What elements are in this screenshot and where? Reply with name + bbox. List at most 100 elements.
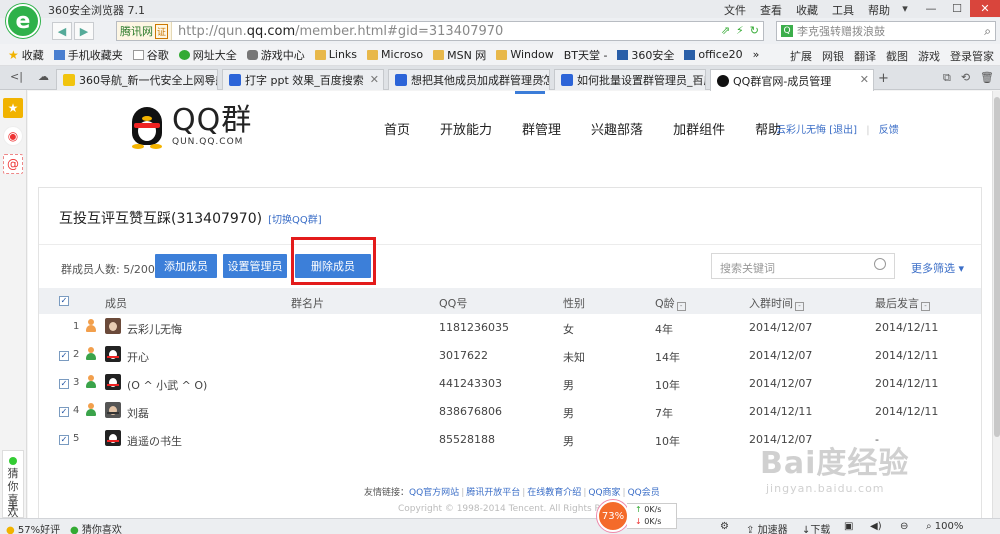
cloud-icon[interactable]: ☁: [38, 70, 49, 83]
col-join-time[interactable]: 入群时间 -: [749, 295, 804, 311]
menu-help[interactable]: 帮助: [868, 2, 890, 18]
bookmark-office[interactable]: office20: [684, 48, 743, 61]
forward-arrow-icon[interactable]: ▶: [74, 22, 94, 40]
page-icon[interactable]: ▣: [844, 521, 853, 532]
footer-link[interactable]: QQ会员: [628, 488, 660, 498]
row-checkbox[interactable]: ✓: [59, 379, 69, 389]
footer-link[interactable]: 在线教育介绍: [527, 488, 581, 498]
sort-icon[interactable]: -: [921, 302, 930, 311]
site-verify-badge[interactable]: 腾讯网 证: [117, 22, 173, 40]
trash-icon[interactable]: 🗑: [980, 71, 994, 85]
screenshot-button[interactable]: 截图: [886, 48, 908, 64]
zoom-control[interactable]: ⌕ 100%: [926, 521, 963, 532]
lightning-icon[interactable]: ⚡: [736, 24, 744, 37]
sidebar-add-icon[interactable]: +: [7, 498, 19, 514]
bookmark-microsoft[interactable]: Microso: [367, 48, 423, 61]
menu-file[interactable]: 文件: [724, 2, 746, 18]
bookmark-links[interactable]: Links: [314, 48, 357, 61]
nav-interest-tribe[interactable]: 兴趣部落: [591, 119, 643, 138]
extensions-button[interactable]: 扩展: [790, 48, 812, 64]
member-name[interactable]: 开心: [127, 349, 149, 365]
nav-group-manage[interactable]: 群管理: [522, 119, 561, 138]
search-icon[interactable]: [874, 258, 886, 270]
settings-icon[interactable]: ⚙: [720, 521, 729, 532]
member-name[interactable]: (O ^ 小武 ^ O): [127, 377, 207, 393]
tab-baidu-ppt[interactable]: 打字 ppt 效果_百度搜索 ✕: [222, 69, 384, 90]
back-arrow-icon[interactable]: ◀: [52, 22, 72, 40]
keyword-search-input[interactable]: 搜索关键词: [711, 253, 895, 279]
footer-link[interactable]: QQ官方网站: [409, 488, 459, 498]
search-engine-icon[interactable]: Q: [781, 25, 793, 37]
nav-join-widget[interactable]: 加群组件: [673, 119, 725, 138]
close-tab-icon[interactable]: ✕: [370, 73, 379, 86]
page-scrollbar[interactable]: [992, 91, 1000, 518]
weibo-icon[interactable]: ◉: [3, 126, 23, 146]
close-tab-icon[interactable]: ✕: [536, 73, 545, 86]
maximize-button[interactable]: ☐: [944, 0, 970, 17]
download-button[interactable]: ↓下载: [802, 521, 830, 534]
bookmark-favorites[interactable]: ★ 收藏: [8, 47, 44, 63]
sort-icon[interactable]: -: [795, 302, 804, 311]
footer-link[interactable]: QQ商家: [588, 488, 620, 498]
menu-favorites[interactable]: 收藏: [796, 2, 818, 18]
menu-view[interactable]: 查看: [760, 2, 782, 18]
bookmark-360[interactable]: 360安全: [617, 47, 674, 63]
ebank-button[interactable]: 网银: [822, 48, 844, 64]
table-row[interactable]: ✓ 3 (O ^ 小武 ^ O) 441243303 男 10年 2014/12…: [39, 370, 981, 398]
more-filter-link[interactable]: 更多筛选 ▾: [911, 260, 964, 276]
bookmark-windows[interactable]: Window: [496, 48, 554, 61]
table-row[interactable]: ✓ 2 开心 3017622 未知 14年 2014/12/07 2014/12…: [39, 342, 981, 370]
favorites-star-icon[interactable]: ★: [3, 98, 23, 118]
restore-icon[interactable]: ⟲: [961, 71, 970, 85]
col-age[interactable]: Q龄 -: [655, 295, 686, 311]
share-icon[interactable]: ⇗: [721, 24, 730, 37]
bookmark-games[interactable]: 游戏中心: [246, 47, 305, 63]
url-bar[interactable]: 腾讯网 证 http://qun.qq.com/member.html#gid=…: [116, 21, 764, 41]
accelerator-button[interactable]: ⇪ 加速器: [746, 521, 788, 534]
close-button[interactable]: ✕: [970, 0, 1000, 17]
username-link[interactable]: 云彩儿无悔: [776, 125, 826, 136]
guess-status[interactable]: ● 猜你喜欢: [70, 521, 122, 534]
close-tab-icon[interactable]: ✕: [204, 73, 213, 86]
scrollbar-thumb[interactable]: [994, 97, 1000, 437]
bookmark-msn[interactable]: MSN 网: [433, 47, 486, 63]
tab-batch-admin[interactable]: 如何批量设置群管理员_百度搜✕: [554, 69, 706, 90]
switch-group-link[interactable]: [切换QQ群]: [268, 215, 322, 226]
avatar[interactable]: [105, 374, 121, 390]
games-button[interactable]: 游戏: [918, 48, 940, 64]
member-name[interactable]: 云彩儿无悔: [127, 321, 182, 337]
qq-group-logo[interactable]: QQ群 QUN.QQ.COM: [128, 105, 252, 149]
avatar[interactable]: [105, 318, 121, 334]
table-row[interactable]: ✓ 4 刘磊 838676806 男 7年 2014/12/11 2014/12…: [39, 398, 981, 426]
minimize-button[interactable]: —: [918, 0, 944, 17]
footer-link[interactable]: 腾讯开放平台: [466, 488, 520, 498]
close-tab-icon[interactable]: ✕: [692, 73, 701, 86]
url-text[interactable]: http://qun.qq.com/member.html#gid=313407…: [172, 24, 503, 39]
row-checkbox[interactable]: ✓: [59, 351, 69, 361]
select-all-checkbox[interactable]: ✓: [59, 296, 69, 306]
avatar[interactable]: [105, 402, 121, 418]
avatar[interactable]: [105, 430, 121, 446]
skin-icon[interactable]: ▾: [892, 0, 918, 17]
translate-button[interactable]: 翻译: [854, 48, 876, 64]
refresh-icon[interactable]: ↻: [750, 24, 759, 37]
bookmarks-more[interactable]: »: [753, 48, 760, 61]
search-input[interactable]: Q 李克强转赠拨浪鼓 ⌕: [776, 21, 996, 41]
bookmark-bt[interactable]: BT天堂 -: [564, 47, 608, 63]
window-switch-icon[interactable]: ⧉: [943, 71, 951, 85]
nav-home[interactable]: 首页: [384, 119, 410, 138]
menu-tools[interactable]: 工具: [832, 2, 854, 18]
avatar[interactable]: [105, 346, 121, 362]
nav-open-platform[interactable]: 开放能力: [440, 119, 492, 138]
bookmark-sites[interactable]: 网址大全: [178, 47, 237, 63]
mute-icon[interactable]: ◀): [870, 521, 882, 532]
login-manager-button[interactable]: 登录管家: [950, 48, 994, 64]
col-last-speak[interactable]: 最后发言 -: [875, 295, 930, 311]
member-name[interactable]: 刘磊: [127, 405, 149, 421]
member-name[interactable]: 逍遥の书生: [127, 433, 182, 449]
new-tab-button[interactable]: +: [878, 71, 889, 86]
browser-logo-icon[interactable]: e: [6, 4, 40, 38]
speed-ball[interactable]: 73%: [597, 500, 629, 532]
row-checkbox[interactable]: ✓: [59, 407, 69, 417]
row-checkbox[interactable]: ✓: [59, 435, 69, 445]
